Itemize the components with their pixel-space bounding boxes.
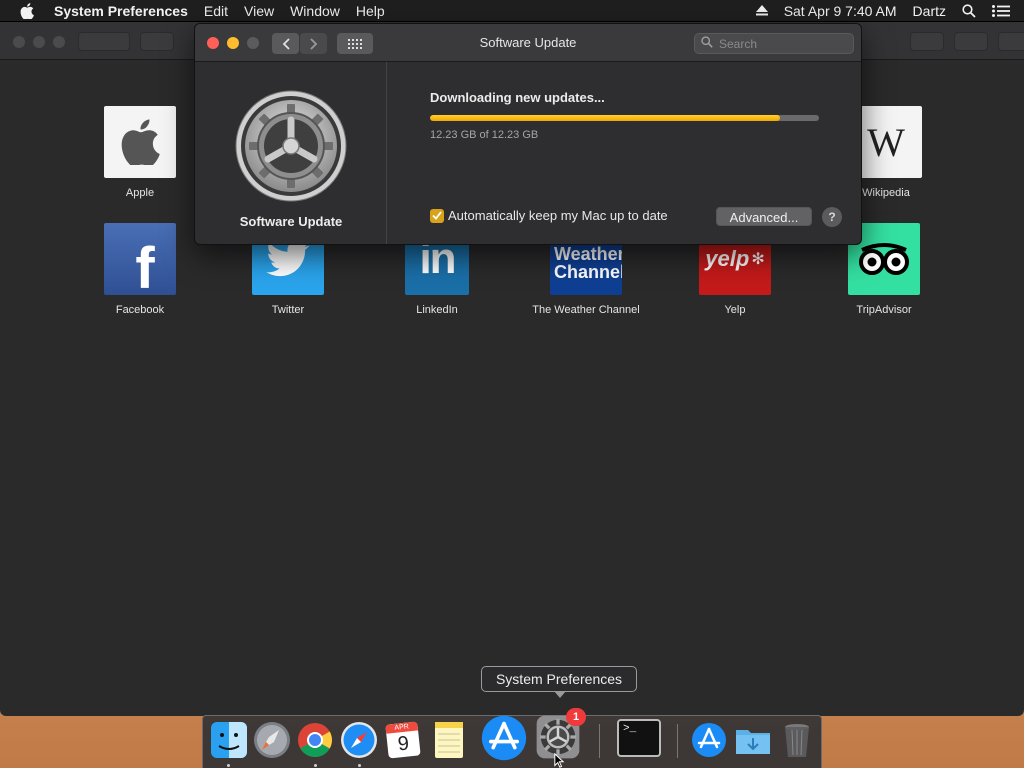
safari-close-button[interactable] <box>13 36 25 48</box>
eject-icon[interactable] <box>748 0 776 22</box>
search-field[interactable] <box>694 33 854 54</box>
download-progress-bar <box>430 115 819 121</box>
pane-label: Software Update <box>239 214 343 229</box>
dock-tooltip: System Preferences <box>481 666 637 698</box>
safari-share-button[interactable] <box>910 32 944 51</box>
favorite-label: LinkedIn <box>416 304 458 316</box>
favorite-label: Yelp <box>724 304 746 316</box>
menu-help[interactable]: Help <box>348 0 393 22</box>
notification-center-icon[interactable] <box>984 0 1024 22</box>
favorite-label: Twitter <box>271 304 305 316</box>
menu-user[interactable]: Dartz <box>905 0 954 22</box>
safari-zoom-button[interactable] <box>53 36 65 48</box>
menu-clock[interactable]: Sat Apr 9 7:40 AM <box>776 0 905 22</box>
auto-update-checkbox[interactable] <box>430 208 444 223</box>
running-indicator <box>314 764 317 767</box>
launchpad-icon[interactable] <box>252 720 292 760</box>
dock-separator <box>677 724 678 758</box>
app-store-folder-icon[interactable] <box>689 720 729 760</box>
favorite-label: Facebook <box>115 304 165 316</box>
apple-icon <box>104 106 176 178</box>
downloads-folder-icon[interactable] <box>733 720 773 760</box>
download-progress-fill <box>430 115 781 121</box>
menu-app-name[interactable]: System Preferences <box>54 0 196 22</box>
spotlight-search-icon[interactable] <box>954 0 984 22</box>
notification-badge: 1 <box>566 708 586 726</box>
safari-sidebar-button[interactable] <box>140 32 174 51</box>
search-input[interactable] <box>719 36 849 51</box>
download-size-text: 12.23 GB of 12.23 GB <box>430 129 539 141</box>
favorite-label: The Weather Channel <box>532 304 640 316</box>
auto-update-label: Automatically keep my Mac up to date <box>448 208 668 223</box>
running-indicator <box>227 764 230 767</box>
finder-icon[interactable] <box>209 720 249 760</box>
safari-minimize-button[interactable] <box>33 36 45 48</box>
dock-separator <box>599 724 600 758</box>
running-indicator <box>358 764 361 767</box>
notes-icon[interactable] <box>429 720 469 760</box>
menu-window[interactable]: Window <box>282 0 348 22</box>
calendar-icon[interactable]: APR 9 <box>383 720 423 760</box>
safari-back-forward-buttons[interactable] <box>78 32 130 51</box>
advanced-button[interactable]: Advanced... <box>716 207 812 226</box>
auto-update-option[interactable]: Automatically keep my Mac up to date <box>430 208 668 223</box>
favorite-apple[interactable]: Apple <box>80 106 200 200</box>
apple-menu-icon[interactable] <box>0 2 54 19</box>
menu-edit[interactable]: Edit <box>196 0 236 22</box>
chrome-icon[interactable] <box>295 720 335 760</box>
safari-new-tab-button[interactable] <box>998 32 1024 51</box>
help-button[interactable]: ? <box>822 207 842 227</box>
safari-icon[interactable] <box>339 720 379 760</box>
trash-icon[interactable] <box>777 720 817 760</box>
software-update-sidebar: Software Update <box>195 62 387 244</box>
safari-tabs-button[interactable] <box>954 32 988 51</box>
facebook-icon: f <box>104 223 176 295</box>
terminal-icon[interactable]: >_ <box>617 719 661 757</box>
favorite-label: TripAdvisor <box>856 304 912 316</box>
software-update-titlebar: Software Update <box>195 24 861 62</box>
dock: APR 9 >_ <box>202 715 822 768</box>
calendar-day: 9 <box>396 732 411 756</box>
menu-bar: System Preferences Edit View Window Help… <box>0 0 1024 22</box>
favorite-label: Apple <box>125 187 155 199</box>
mouse-cursor-icon <box>553 752 565 768</box>
update-status-text: Downloading new updates... <box>430 90 605 105</box>
menu-view[interactable]: View <box>236 0 282 22</box>
favorite-facebook[interactable]: f Facebook <box>80 223 200 317</box>
app-store-icon[interactable] <box>480 714 528 762</box>
search-icon <box>701 36 713 51</box>
gear-icon <box>235 90 347 207</box>
software-update-window: Software Update Search Software Update D… <box>194 23 862 245</box>
